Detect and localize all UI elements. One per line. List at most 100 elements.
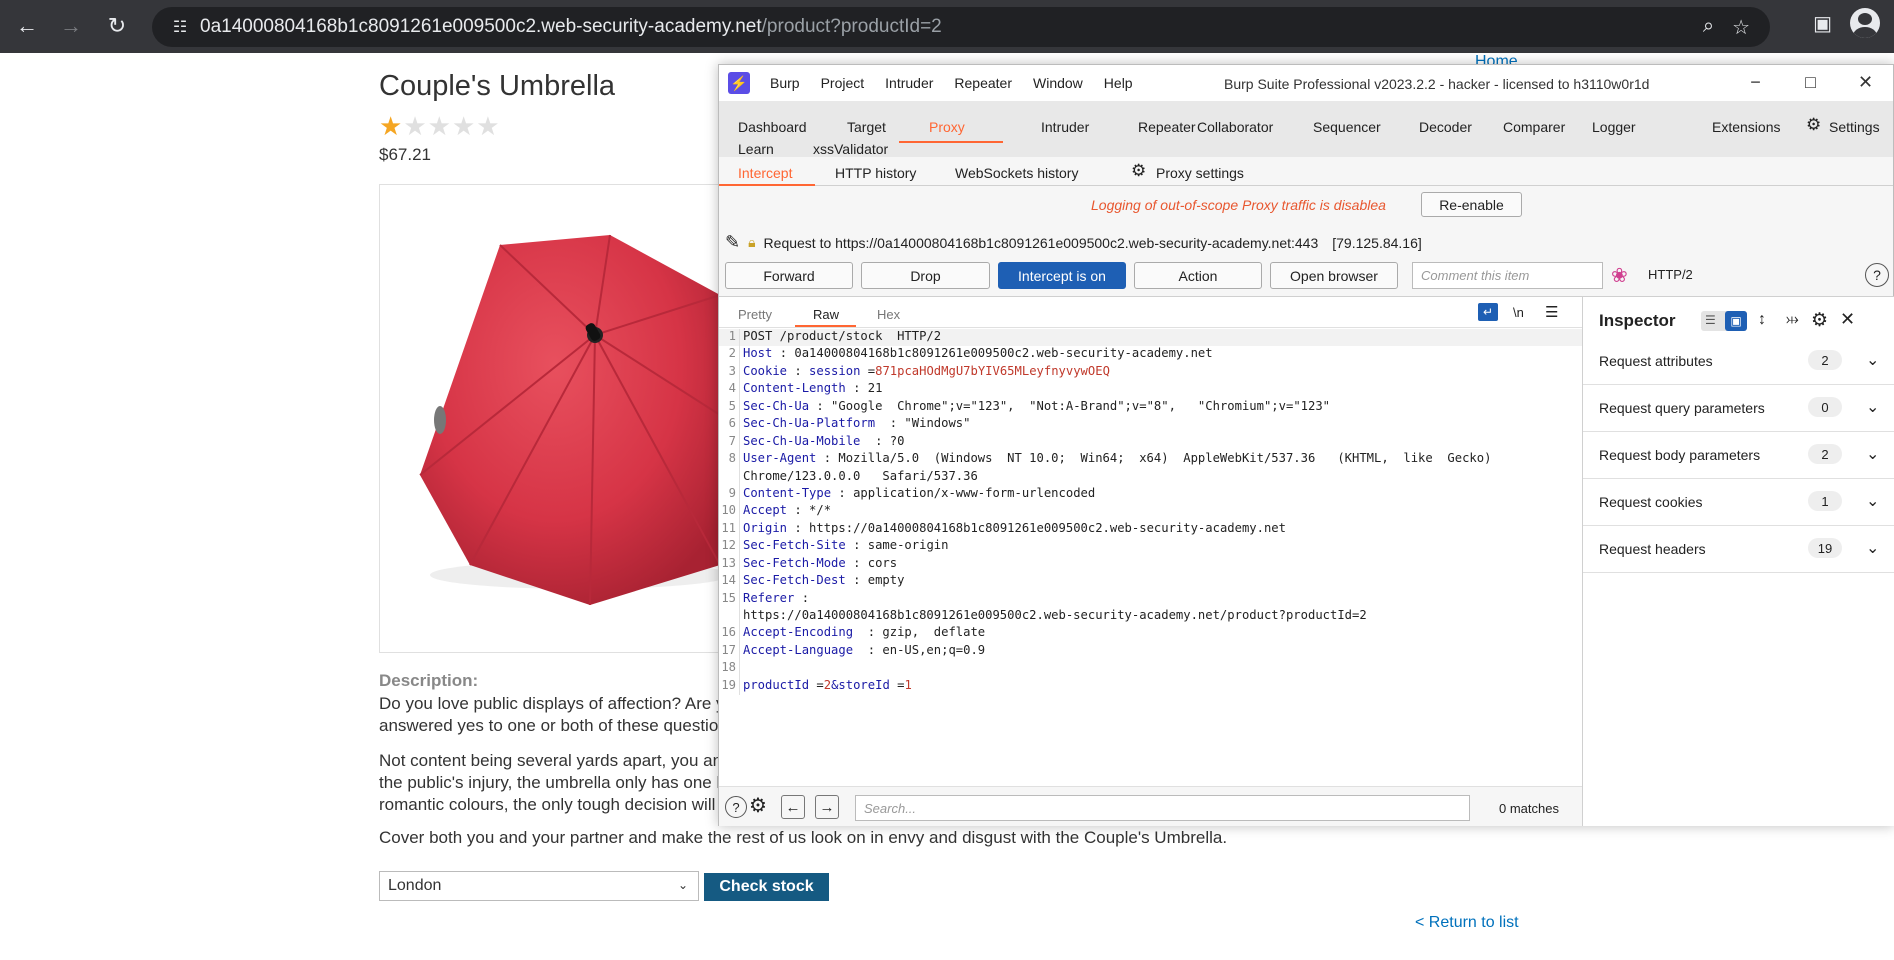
inspector-row-count: 0 xyxy=(1808,397,1842,417)
store-selected-value: London xyxy=(388,877,442,894)
close-icon[interactable]: ✕ xyxy=(1838,65,1893,99)
tab-target[interactable]: Target xyxy=(847,119,886,135)
menu-burp[interactable]: Burp xyxy=(770,75,800,91)
search-input[interactable]: Search... xyxy=(855,795,1470,821)
settings-gear-icon[interactable]: ⚙ xyxy=(1806,115,1821,135)
bookmark-star-icon[interactable]: ☆ xyxy=(1732,15,1750,40)
tab-extensions[interactable]: Extensions xyxy=(1712,119,1780,135)
layout-panel-icon[interactable]: ▣ xyxy=(1725,311,1747,331)
star-empty-icon: ★ xyxy=(427,111,452,141)
expand-all-icon[interactable]: ↕ xyxy=(1758,311,1766,329)
tab-decoder[interactable]: Decoder xyxy=(1419,119,1472,135)
tab-collaborator[interactable]: Collaborator xyxy=(1197,119,1273,135)
store-select[interactable]: London ⌄ xyxy=(379,871,699,901)
param-name: productId xyxy=(743,677,810,692)
header-name: User-Agent xyxy=(743,451,817,466)
inspector-row-count: 19 xyxy=(1808,538,1842,558)
url-text: 0a14000804168b1c8091261e009500c2.web-sec… xyxy=(200,16,942,38)
wrap-lines-icon[interactable]: ↵ xyxy=(1478,303,1498,321)
profile-avatar[interactable] xyxy=(1850,8,1880,38)
menu-intruder[interactable]: Intruder xyxy=(885,75,933,91)
forward-button[interactable]: Forward xyxy=(725,262,853,289)
inspector-row-label: Request headers xyxy=(1599,541,1706,557)
subtab-websockets-history[interactable]: WebSockets history xyxy=(955,165,1078,181)
back-icon[interactable]: ← xyxy=(7,6,47,46)
help-icon[interactable]: ? xyxy=(1865,263,1889,287)
chevron-down-icon[interactable]: ⌄ xyxy=(1866,538,1879,558)
side-panel-icon[interactable]: ▣ xyxy=(1813,11,1832,36)
inspector-row-cookies[interactable]: Request cookies 1 ⌄ xyxy=(1583,479,1894,526)
tab-repeater[interactable]: Repeater xyxy=(1138,119,1196,135)
zoom-icon[interactable]: ⌕ xyxy=(1703,15,1714,40)
inspector-row-request-attributes[interactable]: Request attributes 2 ⌄ xyxy=(1583,338,1894,385)
product-image xyxy=(379,184,719,653)
subtab-proxy-settings[interactable]: Proxy settings xyxy=(1156,165,1244,181)
inspector-row-headers[interactable]: Request headers 19 ⌄ xyxy=(1583,526,1894,573)
search-help-icon[interactable]: ? xyxy=(725,796,747,818)
maximize-icon[interactable]: □ xyxy=(1783,65,1838,99)
header-name: Accept xyxy=(743,503,788,518)
star-filled-icon: ★ xyxy=(379,111,404,141)
chevron-down-icon[interactable]: ⌄ xyxy=(1866,397,1879,417)
view-tab-pretty[interactable]: Pretty xyxy=(738,307,772,322)
editor-menu-icon[interactable]: ☰ xyxy=(1545,303,1558,321)
search-settings-gear-icon[interactable]: ⚙ xyxy=(749,793,767,818)
inspector-close-icon[interactable]: ✕ xyxy=(1840,309,1855,330)
inspector-row-query-parameters[interactable]: Request query parameters 0 ⌄ xyxy=(1583,385,1894,432)
newline-toggle[interactable]: \n xyxy=(1513,305,1524,320)
return-to-list-link[interactable]: < Return to list xyxy=(1415,914,1519,932)
tab-xssvalidator[interactable]: xssValidator xyxy=(813,141,888,157)
action-button[interactable]: Action xyxy=(1134,262,1262,289)
menu-repeater[interactable]: Repeater xyxy=(954,75,1012,91)
menu-window[interactable]: Window xyxy=(1033,75,1083,91)
param-value: 1 xyxy=(904,677,912,692)
highlight-color-icon[interactable]: ❀ xyxy=(1611,263,1628,288)
tab-sequencer[interactable]: Sequencer xyxy=(1313,119,1381,135)
comment-input[interactable]: Comment this item xyxy=(1412,262,1603,289)
tab-dashboard[interactable]: Dashboard xyxy=(738,119,807,135)
inspector-row-count: 2 xyxy=(1808,350,1842,370)
search-prev-icon[interactable]: ← xyxy=(781,795,805,819)
view-tab-hex[interactable]: Hex xyxy=(877,307,900,322)
browser-toolbar: ← → ↻ ☷ 0a14000804168b1c8091261e009500c2… xyxy=(0,0,1894,53)
menu-help[interactable]: Help xyxy=(1104,75,1133,91)
tab-comparer[interactable]: Comparer xyxy=(1503,119,1565,135)
reenable-button[interactable]: Re-enable xyxy=(1421,192,1522,217)
search-next-icon[interactable]: → xyxy=(815,795,839,819)
tab-learn[interactable]: Learn xyxy=(738,141,774,157)
drop-button[interactable]: Drop xyxy=(861,262,990,289)
layout-list-icon[interactable]: ☰ xyxy=(1705,313,1716,327)
collapse-all-icon[interactable]: ⤔ xyxy=(1786,311,1799,329)
header-value: : 21 xyxy=(845,381,883,396)
check-stock-button[interactable]: Check stock xyxy=(704,873,829,901)
subtab-intercept[interactable]: Intercept xyxy=(738,165,792,181)
subtab-http-history[interactable]: HTTP history xyxy=(835,165,916,181)
description-text-5: romantic colours, the only tough decisio… xyxy=(379,795,719,814)
open-browser-button[interactable]: Open browser xyxy=(1270,262,1398,289)
tab-intruder[interactable]: Intruder xyxy=(1041,119,1089,135)
inspector-row-body-parameters[interactable]: Request body parameters 2 ⌄ xyxy=(1583,432,1894,479)
reload-icon[interactable]: ↻ xyxy=(97,6,137,46)
view-tab-raw[interactable]: Raw xyxy=(813,307,839,322)
tab-settings[interactable]: Settings xyxy=(1829,119,1880,135)
header-name: Sec-Ch-Ua xyxy=(743,398,810,413)
forward-icon[interactable]: → xyxy=(51,6,91,46)
edit-pencil-icon[interactable]: ✎ xyxy=(725,232,740,253)
site-info-icon[interactable]: ☷ xyxy=(160,17,200,37)
chevron-down-icon[interactable]: ⌄ xyxy=(1866,491,1879,511)
header-name: Accept-Language xyxy=(743,642,854,657)
tab-logger[interactable]: Logger xyxy=(1592,119,1636,135)
chevron-down-icon[interactable]: ⌄ xyxy=(1866,350,1879,370)
minimize-icon[interactable]: − xyxy=(1728,65,1783,99)
chevron-down-icon[interactable]: ⌄ xyxy=(1866,444,1879,464)
inspector-settings-gear-icon[interactable]: ⚙ xyxy=(1811,309,1828,332)
param-name: &storeId xyxy=(831,677,890,692)
proxy-settings-gear-icon[interactable]: ⚙ xyxy=(1131,161,1146,181)
intercept-toggle-button[interactable]: Intercept is on xyxy=(998,262,1126,289)
menu-project[interactable]: Project xyxy=(821,75,865,91)
tab-proxy[interactable]: Proxy xyxy=(929,119,965,135)
header-name: Content-Type xyxy=(743,485,832,500)
address-bar[interactable]: ☷ 0a14000804168b1c8091261e009500c2.web-s… xyxy=(152,7,1770,47)
raw-request[interactable]: 1 POST /product/stock HTTP/2 2 Host : 0a14… xyxy=(719,329,1582,696)
lock-icon: 🔒︎ xyxy=(748,234,756,250)
